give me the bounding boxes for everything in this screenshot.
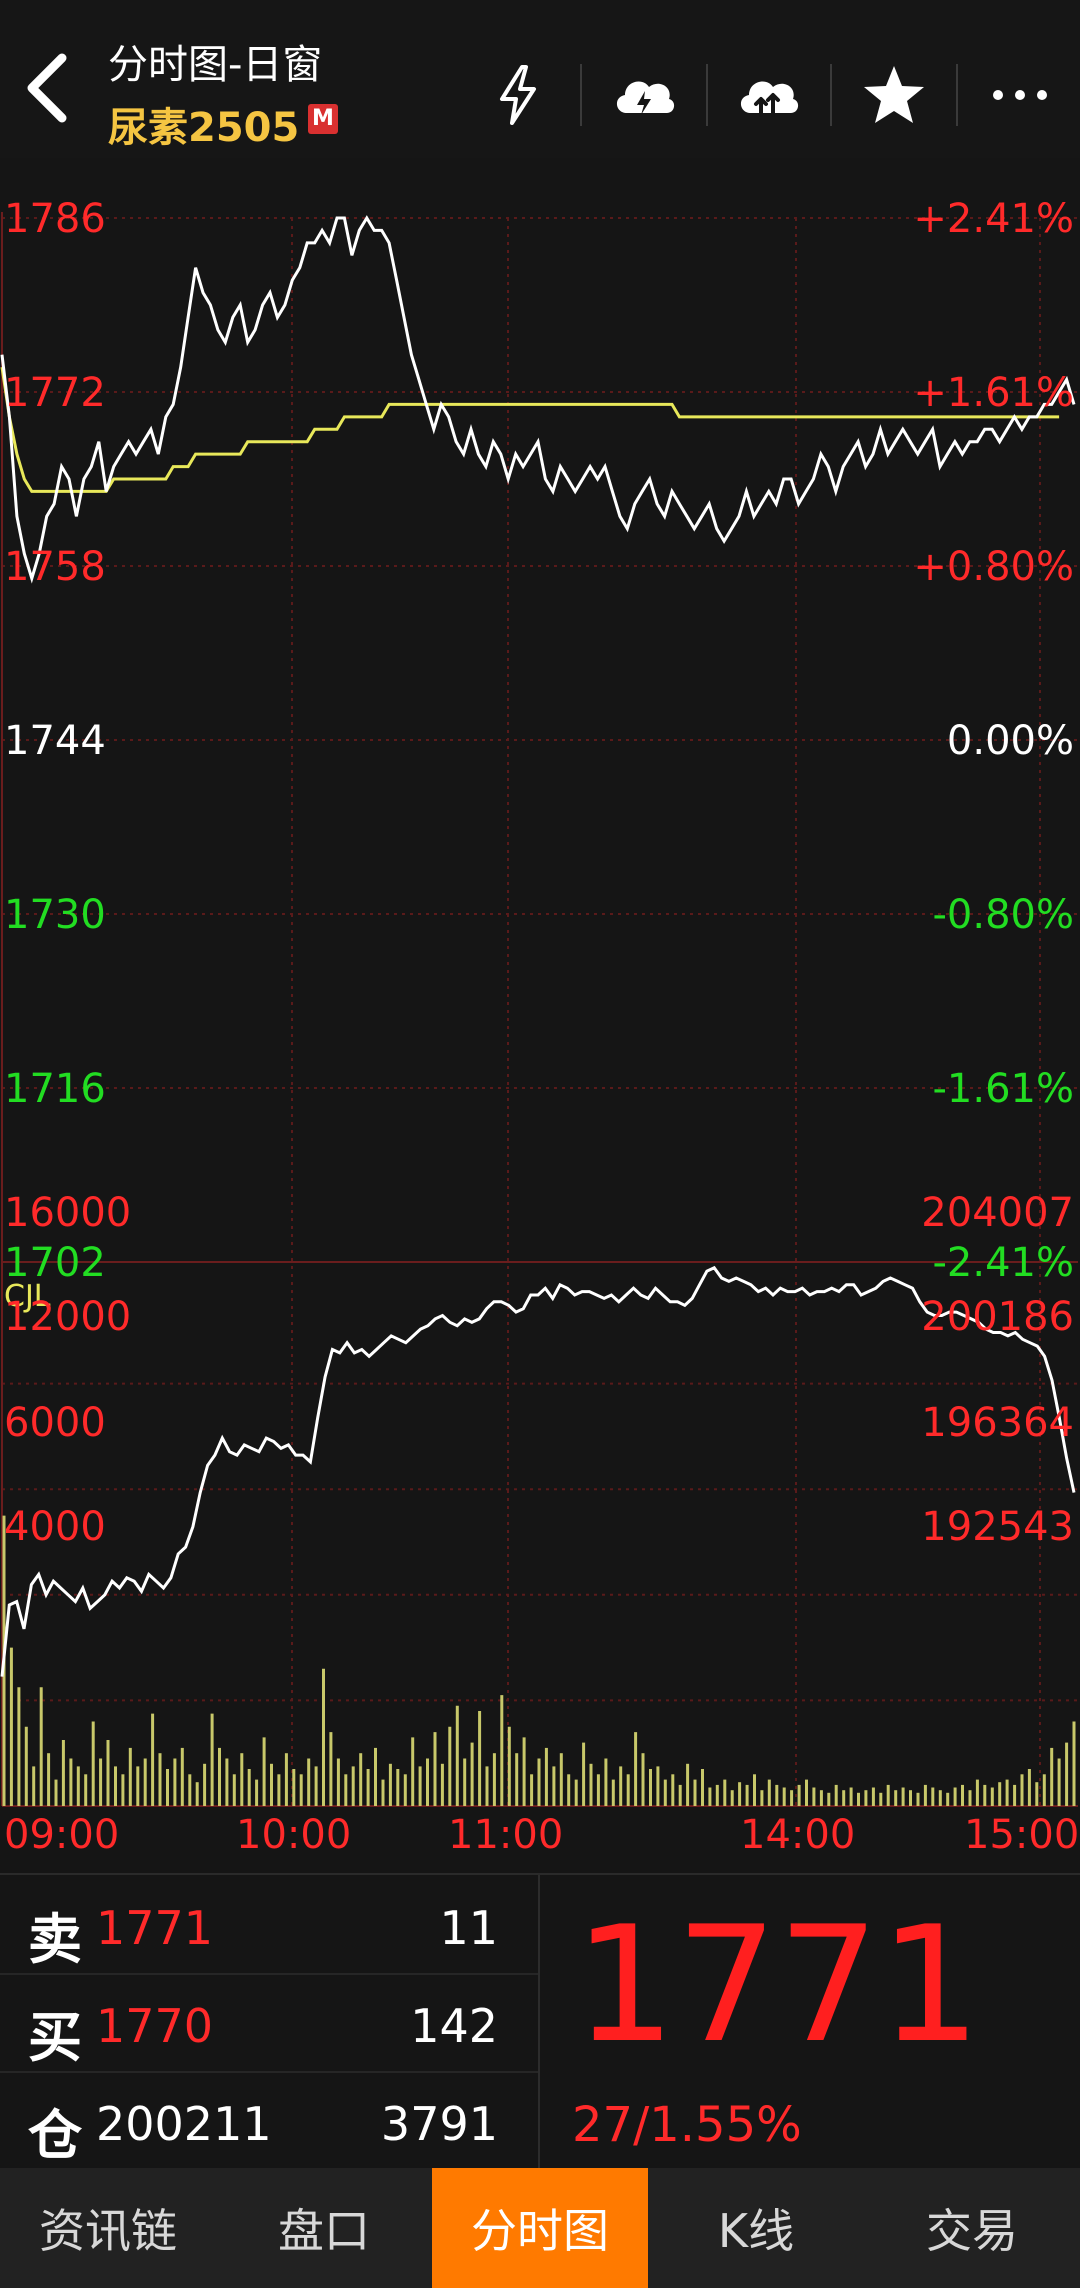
star-icon[interactable] [854, 50, 934, 140]
bid-price: 1770 [96, 1999, 214, 2053]
percent-axis-tick-label: 0.00% [947, 718, 1074, 764]
price-axis-tick-label: 1758 [4, 544, 106, 590]
lightning-icon[interactable] [478, 50, 558, 140]
last-price: 1771 [574, 1891, 982, 2078]
bid-volume: 142 [410, 1999, 498, 2053]
time-axis-tick-label: 11:00 [448, 1812, 563, 1858]
ask-label: 卖 [28, 1908, 82, 1971]
bid-row: 买 1770 142 [0, 1973, 538, 2073]
percent-axis-tick-label: +2.41% [913, 196, 1074, 242]
percent-axis-tick-label: +0.80% [913, 544, 1074, 590]
tab-trade[interactable]: 交易 [864, 2168, 1080, 2288]
open-interest-axis-tick-label: 192543 [921, 1504, 1074, 1550]
more-icon[interactable] [980, 50, 1060, 140]
tab-order-book[interactable]: 盘口 [216, 2168, 432, 2288]
price-axis-tick-label: 1716 [4, 1066, 106, 1112]
open-interest-axis-tick-label: 196364 [921, 1400, 1074, 1446]
open-interest-change: 3791 [380, 2097, 498, 2151]
tab-kline[interactable]: K线 [648, 2168, 864, 2288]
time-axis-tick-label: 09:00 [4, 1812, 119, 1858]
header-bar: 分时图-日窗 尿素2505 M [0, 0, 1080, 158]
chart-canvas: 1786 +2.41% 1772 +1.61% 1758 +0.80% 1744 0.00% 1… [0, 196, 1079, 1858]
time-axis-tick-label: 10:00 [236, 1812, 351, 1858]
header-divider [706, 64, 708, 126]
main-contract-badge: M [308, 104, 338, 134]
time-axis-tick-label: 15:00 [964, 1812, 1079, 1858]
percent-axis-tick-label: -2.41% [932, 1240, 1074, 1286]
symbol-name: 尿素2505 [108, 105, 300, 151]
volume-axis-tick-label: 12000 [4, 1294, 131, 1340]
tab-news-chain[interactable]: 资讯链 [0, 2168, 216, 2288]
average-price-line [0, 366, 1060, 493]
percent-axis-tick-label: -0.80% [932, 892, 1074, 938]
price-axis-tick-label: 1744 [4, 718, 106, 764]
header-divider [956, 64, 958, 126]
cloud-download-icon[interactable] [604, 50, 684, 140]
quote-panel: 卖 1771 11 买 1770 142 仓 200211 3791 1771 … [0, 1873, 1080, 2170]
bid-label: 买 [28, 2006, 82, 2069]
open-interest-axis-tick-label: 200186 [921, 1294, 1074, 1340]
header-divider [580, 64, 582, 126]
panel-divider [538, 1875, 540, 2170]
price-axis-tick-label: 1772 [4, 370, 106, 416]
open-interest-value: 200211 [96, 2097, 272, 2151]
price-axis-tick-label: 1786 [4, 196, 106, 242]
volume-axis-tick-label: 16000 [4, 1190, 131, 1236]
open-interest-axis-tick-label: 204007 [921, 1190, 1074, 1236]
volume-axis-tick-label: 4000 [4, 1504, 106, 1550]
open-interest-line [0, 1265, 1076, 1677]
ask-price: 1771 [96, 1901, 214, 1955]
time-axis-tick-label: 14:00 [740, 1812, 855, 1858]
header-divider [830, 64, 832, 126]
price-change: 27/1.55% [572, 2097, 802, 2153]
cloud-upload-icon[interactable] [728, 50, 808, 140]
back-icon[interactable] [22, 48, 82, 138]
ask-row: 卖 1771 11 [0, 1875, 538, 1975]
percent-axis-tick-label: +1.61% [913, 370, 1074, 416]
percent-axis-tick-label: -1.61% [932, 1066, 1074, 1112]
intraday-chart[interactable]: 1786 +2.41% 1772 +1.61% 1758 +0.80% 1744 0.00% 1… [0, 158, 1080, 1873]
page-title: 分时图-日窗 [108, 42, 323, 88]
price-axis-tick-label: 1730 [4, 892, 106, 938]
open-interest-label: 仓 [28, 2104, 82, 2167]
ask-volume: 11 [439, 1901, 498, 1955]
open-interest-row: 仓 200211 3791 [0, 2071, 538, 2169]
volume-axis-tick-label: 6000 [4, 1400, 106, 1446]
bottom-tab-bar: 资讯链 盘口 分时图 K线 交易 [0, 2168, 1080, 2288]
tab-intraday-chart[interactable]: 分时图 [432, 2168, 648, 2288]
